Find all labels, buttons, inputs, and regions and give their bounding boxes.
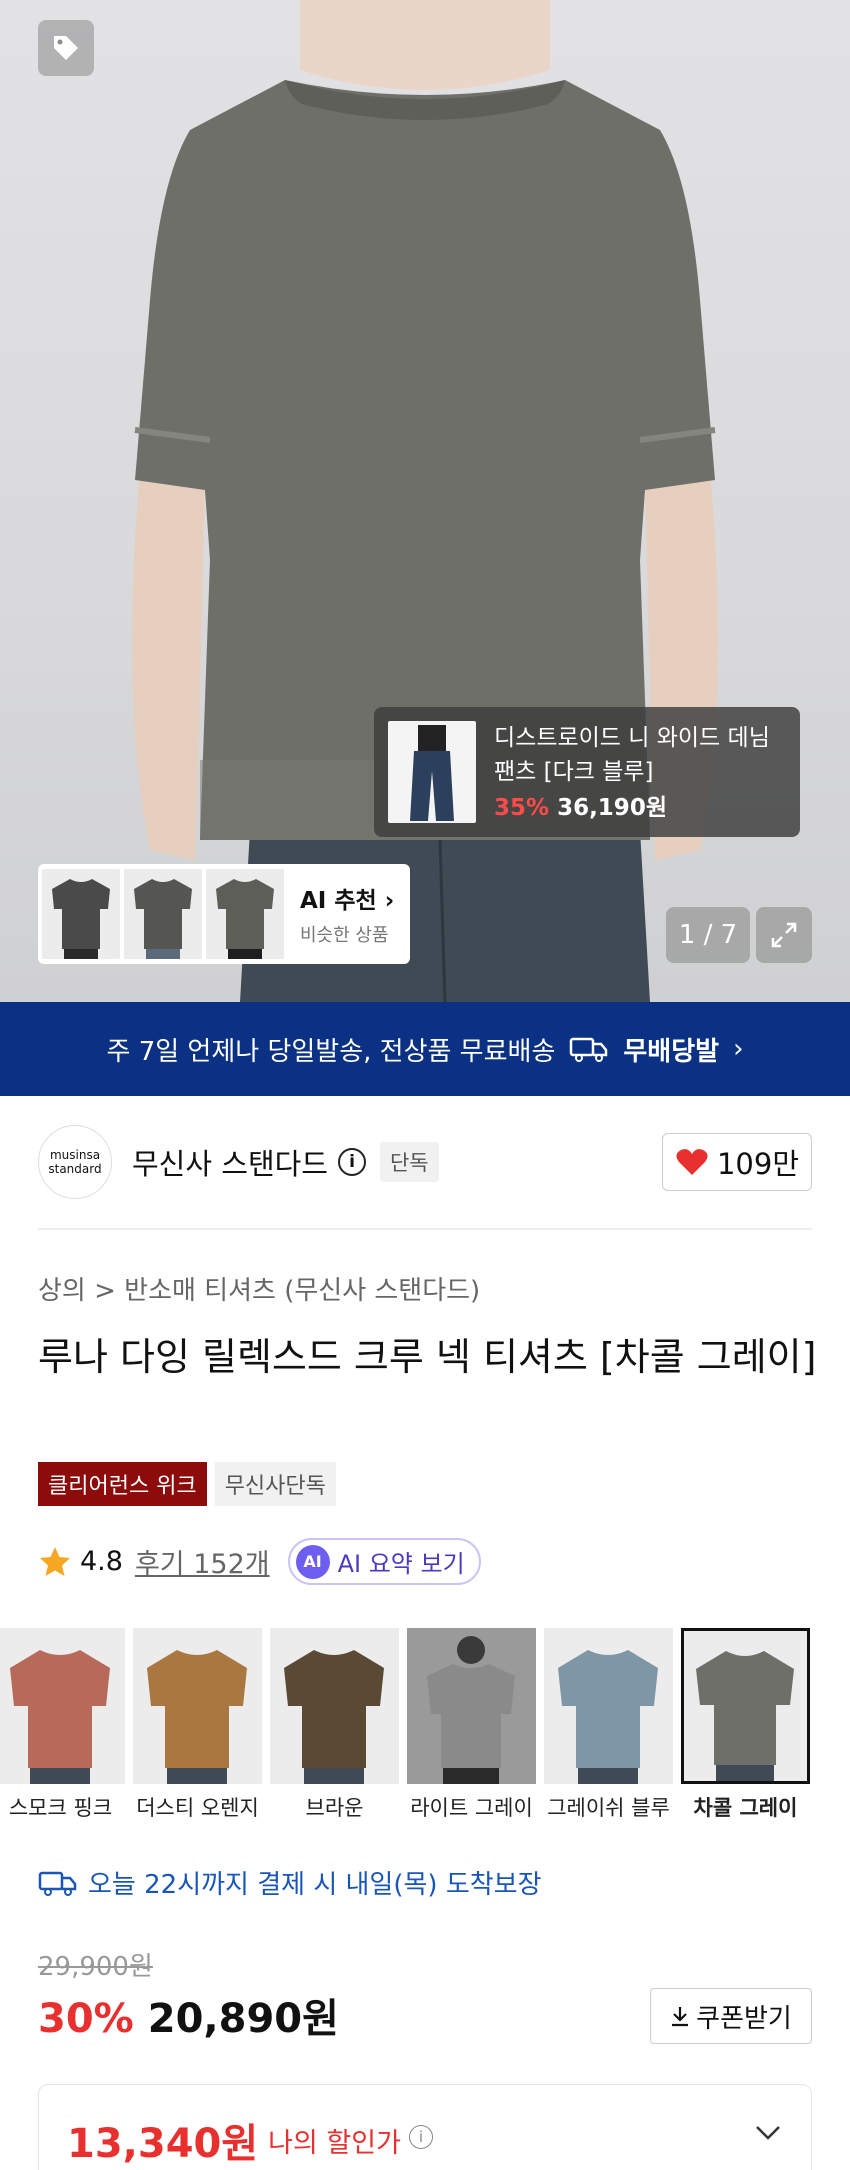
delivery-guarantee[interactable]: 오늘 22시까지 결제 시 내일(목) 도착보장 bbox=[38, 1864, 542, 1901]
ai-similar-card[interactable]: AI 추천 › 비슷한 상품 bbox=[38, 864, 410, 964]
delivery-text: 오늘 22시까지 결제 시 내일(목) 도착보장 bbox=[88, 1870, 542, 1900]
info-icon[interactable]: i bbox=[408, 2125, 433, 2149]
chevron-down-icon[interactable] bbox=[753, 2123, 783, 2143]
sale-price: 20,890원 bbox=[147, 1996, 339, 2042]
star-icon bbox=[40, 1546, 70, 1576]
tshirt-thumb bbox=[696, 1651, 794, 1765]
chevron-right-icon: › bbox=[384, 888, 395, 914]
product-badges: 클리어런스 위크 무신사단독 bbox=[38, 1462, 336, 1506]
color-label: 그레이쉬 블루 bbox=[547, 1796, 670, 1820]
image-counter: 1 / 7 bbox=[666, 907, 750, 963]
tshirt-thumb bbox=[284, 1650, 384, 1768]
chevron-right-icon: › bbox=[733, 1034, 744, 1064]
rating-row: 4.8 후기 152개 AI AI 요약 보기 bbox=[38, 1538, 481, 1585]
banner-brand: 무배당발 bbox=[623, 1036, 720, 1067]
ai-summary-label: AI 요약 보기 bbox=[337, 1550, 465, 1578]
color-option-grayish-blue[interactable]: 그레이쉬 블루 bbox=[544, 1628, 673, 1822]
tagged-item-price: 36,190원 bbox=[557, 795, 667, 821]
original-price: 29,900원 bbox=[38, 1952, 153, 1982]
coupon-label: 쿠폰받기 bbox=[696, 2003, 792, 2034]
like-count: 109만 bbox=[716, 1147, 800, 1181]
brand-row: musinsa standard 무신사 스탠다드 i 단독 109만 bbox=[38, 1125, 812, 1199]
download-icon bbox=[672, 2007, 689, 2027]
similar-thumb[interactable] bbox=[124, 869, 202, 959]
fullscreen-button[interactable] bbox=[756, 907, 812, 963]
exclusive-badge: 단독 bbox=[379, 1142, 439, 1182]
heart-icon bbox=[676, 1149, 708, 1175]
expand-icon bbox=[771, 922, 797, 948]
color-option-charcoal-gray[interactable]: 차콜 그레이 bbox=[681, 1628, 810, 1822]
info-icon[interactable]: i bbox=[337, 1148, 366, 1176]
ai-summary-button[interactable]: AI AI 요약 보기 bbox=[287, 1538, 481, 1585]
product-photo bbox=[132, 0, 718, 1002]
tagged-item-name: 디스트로이드 니 와이드 데님 팬츠 [다크 블루] bbox=[494, 725, 770, 785]
product-image-gallery[interactable]: 디스트로이드 니 와이드 데님 팬츠 [다크 블루] 35% 36,190원 AI… bbox=[0, 0, 850, 1002]
color-label: 브라운 bbox=[305, 1796, 364, 1820]
breadcrumb[interactable]: 상의 > 반소매 티셔츠 (무신사 스탠다드) bbox=[38, 1270, 480, 1307]
tshirt-thumb bbox=[427, 1664, 515, 1768]
brand-name[interactable]: 무신사 스탠다드 bbox=[132, 1141, 328, 1183]
color-label: 라이트 그레이 bbox=[410, 1796, 533, 1820]
like-button[interactable]: 109만 bbox=[662, 1133, 812, 1191]
delivery-truck-icon bbox=[570, 1037, 608, 1062]
my-discount-panel[interactable]: 13,340원 나의 할인가 i bbox=[38, 2084, 812, 2170]
free-shipping-banner[interactable]: 주 7일 언제나 당일발송, 전상품 무료배송 무배당발 › bbox=[0, 1002, 850, 1096]
color-label: 스모크 핑크 bbox=[8, 1796, 113, 1820]
ai-recommend-subtitle: 비슷한 상품 bbox=[300, 925, 389, 946]
tag-toggle-button[interactable] bbox=[38, 20, 94, 76]
color-option-brown[interactable]: 브라운 bbox=[270, 1628, 399, 1822]
banner-text: 주 7일 언제나 당일발송, 전상품 무료배송 bbox=[106, 1036, 556, 1067]
similar-thumb[interactable] bbox=[206, 869, 284, 959]
color-label: 더스티 오렌지 bbox=[136, 1796, 259, 1820]
price-tag-icon bbox=[54, 36, 78, 60]
review-link[interactable]: 후기 152개 bbox=[135, 1542, 270, 1581]
product-title: 루나 다잉 릴렉스드 크루 넥 티셔츠 [차콜 그레이] bbox=[38, 1335, 817, 1379]
color-option-smoke-pink[interactable]: 스모크 핑크 bbox=[0, 1628, 125, 1822]
tshirt-thumb bbox=[558, 1650, 658, 1768]
tagged-item-discount: 35% bbox=[494, 795, 550, 821]
similar-thumb[interactable] bbox=[42, 869, 120, 959]
tagged-item-popup[interactable]: 디스트로이드 니 와이드 데님 팬츠 [다크 블루] 35% 36,190원 bbox=[374, 707, 800, 837]
color-option-light-gray[interactable]: 라이트 그레이 bbox=[407, 1628, 536, 1822]
my-discount-label: 나의 할인가 bbox=[268, 2128, 401, 2159]
ai-badge-icon: AI bbox=[295, 1544, 330, 1579]
sale-price-row: 30% 20,890원 bbox=[38, 1986, 339, 2044]
tagged-item-thumbnail bbox=[388, 721, 476, 823]
color-option-dusty-orange[interactable]: 더스티 오렌지 bbox=[133, 1628, 262, 1822]
brand-logo[interactable]: musinsa standard bbox=[38, 1125, 112, 1199]
coupon-button[interactable]: 쿠폰받기 bbox=[650, 1988, 812, 2044]
tshirt-thumb bbox=[147, 1650, 247, 1768]
exclusive-tag: 무신사단독 bbox=[214, 1462, 336, 1506]
discount-rate: 30% bbox=[38, 1996, 134, 2042]
tshirt-thumb bbox=[10, 1650, 110, 1768]
divider bbox=[38, 1228, 812, 1230]
delivery-truck-icon bbox=[38, 1871, 77, 1896]
rating-score: 4.8 bbox=[80, 1546, 123, 1577]
color-options: 스모크 핑크 더스티 오렌지 브라운 라이트 그레이 그레이쉬 블루 차콜 그레… bbox=[0, 1628, 810, 1822]
clearance-badge: 클리어런스 위크 bbox=[38, 1462, 207, 1506]
my-discount-price: 13,340원 bbox=[67, 2121, 259, 2167]
ai-recommend-title: AI 추천 bbox=[300, 888, 377, 914]
color-label: 차콜 그레이 bbox=[693, 1796, 798, 1820]
